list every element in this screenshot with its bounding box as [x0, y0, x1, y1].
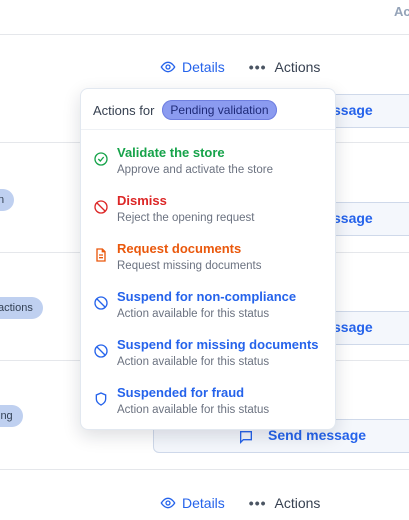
menu-item-subtitle: Action available for this status	[117, 404, 270, 416]
more-horizontal-icon: •••	[248, 495, 267, 511]
menu-item-title: Suspend for non-compliance	[117, 289, 297, 304]
actions-label: Actions	[274, 495, 321, 511]
details-button[interactable]: Details	[160, 59, 225, 75]
ban-icon	[94, 296, 108, 310]
row-divider	[0, 469, 409, 470]
menu-item-suspended-fraud[interactable]: Suspended for fraud Action available for…	[93, 385, 325, 425]
details-label: Details	[182, 495, 225, 511]
status-badge: actions	[0, 297, 43, 319]
menu-item-title: Validate the store	[117, 145, 225, 160]
send-message-label: ssage	[333, 102, 373, 118]
more-horizontal-icon: •••	[248, 59, 267, 75]
status-badge: n	[0, 189, 15, 211]
status-badge: Pending validation	[162, 100, 277, 120]
document-icon	[96, 248, 106, 262]
details-label: Details	[182, 59, 225, 75]
menu-header: Actions for Pending validation	[93, 100, 277, 120]
menu-item-suspend-non-compliance[interactable]: Suspend for non-compliance Action availa…	[93, 289, 325, 329]
ban-icon	[94, 344, 108, 358]
menu-item-subtitle: Request missing documents	[117, 260, 262, 272]
menu-item-suspend-missing-documents[interactable]: Suspend for missing documents Action ava…	[93, 337, 325, 377]
menu-item-request-documents[interactable]: Request documents Request missing docume…	[93, 241, 325, 281]
check-circle-icon	[94, 152, 108, 166]
row-divider	[0, 34, 409, 35]
menu-item-title: Dismiss	[117, 193, 167, 208]
send-message-label: ssage	[333, 210, 373, 226]
menu-divider	[81, 129, 335, 130]
menu-header-label: Actions for	[93, 102, 155, 118]
menu-item-subtitle: Action available for this status	[117, 356, 270, 368]
shield-icon	[95, 392, 107, 406]
send-message-label: ssage	[333, 319, 373, 335]
row-actions-5: Details ••• Actions	[160, 492, 320, 514]
menu-item-subtitle: Action available for this status	[117, 308, 270, 320]
menu-item-subtitle: Reject the opening request	[117, 212, 255, 224]
actions-button[interactable]: ••• Actions	[249, 59, 321, 75]
eye-icon	[160, 61, 176, 73]
menu-item-title: Suspended for fraud	[117, 385, 245, 400]
menu-item-validate[interactable]: Validate the store Approve and activate …	[93, 145, 325, 185]
row-actions-1: Details ••• Actions	[160, 56, 320, 78]
menu-item-subtitle: Approve and activate the store	[117, 164, 273, 176]
menu-item-title: Suspend for missing documents	[117, 337, 319, 352]
menu-item-dismiss[interactable]: Dismiss Reject the opening request	[93, 193, 325, 233]
status-badge: ing	[0, 405, 23, 427]
column-header-actions: Ac	[394, 4, 409, 19]
eye-icon	[160, 497, 176, 509]
details-button[interactable]: Details	[160, 495, 225, 511]
actions-menu: Actions for Pending validation Validate …	[80, 88, 336, 430]
menu-item-title: Request documents	[117, 241, 242, 256]
message-icon	[240, 431, 252, 444]
actions-button[interactable]: ••• Actions	[249, 495, 321, 511]
actions-label: Actions	[274, 59, 321, 75]
ban-icon	[94, 200, 108, 214]
